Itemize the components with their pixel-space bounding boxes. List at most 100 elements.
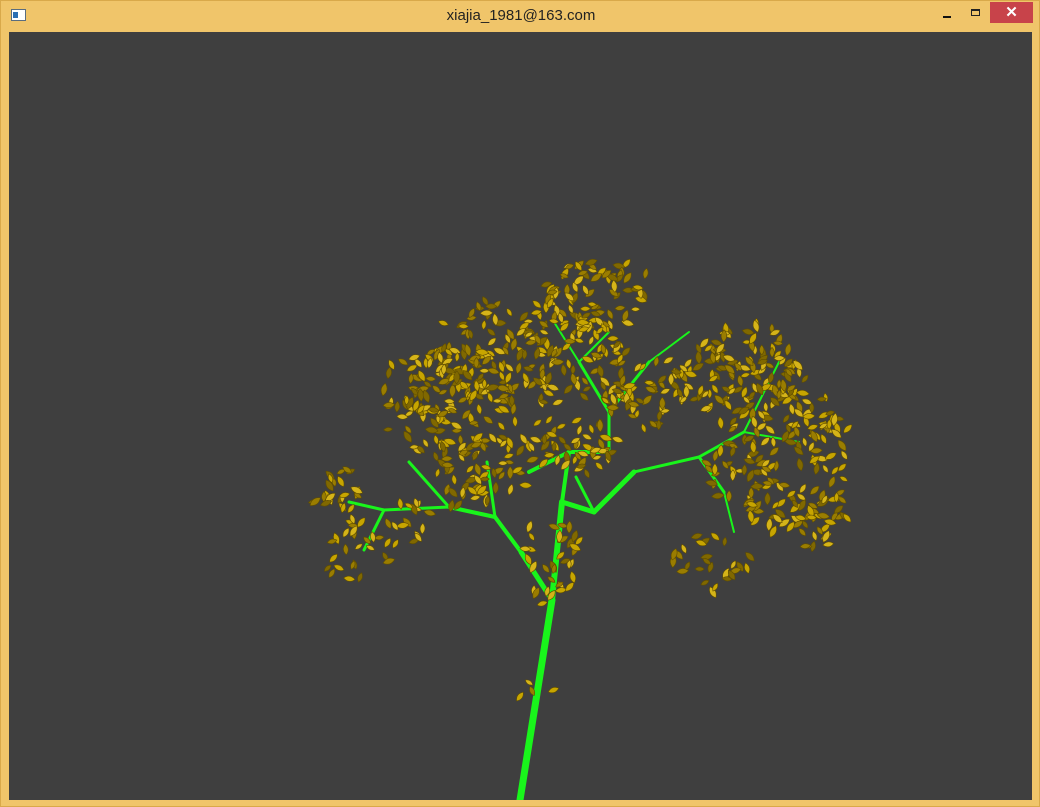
tree-leaf [354,543,363,550]
tree-leaf [528,532,535,541]
tree-leaf [710,532,720,541]
tree-leaf [487,337,497,346]
tree-leaf [750,483,764,490]
tree-leaf [451,474,457,486]
tree-leaf [398,358,409,366]
tree-leaf [342,527,350,538]
tree-leaf [741,464,748,476]
maximize-button[interactable] [962,4,989,24]
tree-leaf [607,309,614,320]
tree-leaf [532,300,542,309]
tree-leaf [630,306,641,312]
tree-leaf [588,424,595,434]
tree-leaf [357,572,363,583]
tree-leaf [796,457,804,472]
tree-leaf [760,437,770,446]
tree-leaf [394,400,400,413]
tree-leaf [700,579,710,586]
tree-leaf [581,433,593,440]
tree-leaf [503,453,515,459]
minimize-button[interactable] [933,4,961,24]
render-viewport[interactable] [9,32,1032,800]
title-bar[interactable]: xiajia_1981@163.com ✕ [1,1,1040,31]
tree-leaf [480,464,492,471]
tree-leaf [448,499,455,513]
tree-leaf [579,392,589,401]
tree-leaf [507,483,514,496]
tree-leaf [642,267,649,280]
tree-leaf [566,520,573,534]
tree-leaf [392,539,399,549]
tree-leaf [695,350,702,365]
tree-leaf [558,436,567,445]
tree-leaf [515,362,522,375]
tree-leaf [839,476,849,482]
tree-leaf [582,386,592,392]
tree-leaf [745,552,755,562]
tree-leaf [384,518,392,529]
tree-leaf [796,389,810,397]
tree-leaf [837,439,847,452]
tree-leaf [384,537,391,548]
tree-branch [493,515,523,554]
tree-leaf [492,481,499,495]
tree-leaf [663,356,674,364]
tree-leaf [370,531,376,543]
tree-leaf [596,418,604,433]
tree-leaf [840,450,848,460]
tree-leaf [798,528,806,537]
tree-leaf [828,475,836,488]
tree-leaf [584,468,590,479]
tree-leaf [694,566,705,572]
tree-leaf [506,308,513,317]
tree-leaf [487,328,496,336]
tree-branch [516,596,556,800]
tree-leaf [337,475,345,488]
tree-leaf [722,536,728,547]
close-icon: ✕ [1005,4,1018,21]
tree-leaf [497,421,505,431]
tree-leaf [552,399,564,406]
tree-leaf [329,553,338,563]
tree-leaf [822,464,829,473]
tree-leaf [529,436,542,443]
tree-leaf [606,335,619,342]
tree-leaf [743,457,756,465]
tree-leaf [548,318,560,324]
tree-leaf [518,482,533,489]
tree-leaf [554,587,568,594]
tree-leaf [343,543,349,556]
tree-leaf [483,416,494,424]
tree-leaf [809,485,820,495]
tree-leaf [512,415,518,428]
tree-branch [362,508,386,552]
close-button[interactable]: ✕ [990,2,1033,23]
tree-leaf [752,319,760,333]
tree-leaf [425,376,437,382]
tree-leaf [422,438,429,448]
tree-leaf [811,530,818,542]
tree-leaves [308,258,853,702]
tree-leaf [481,319,487,330]
tree-leaf [802,437,808,447]
tree-leaf [560,364,567,377]
tree-leaf [526,520,533,533]
tree-leaf [437,320,449,326]
tree-leaf [419,522,426,535]
tree-leaf [764,492,771,506]
tree-leaf [690,533,703,540]
tree-leaf [423,509,437,517]
tree-leaf [843,424,853,434]
tree-leaf [542,564,550,573]
tree-leaf [597,364,604,378]
tree-leaf [744,562,750,574]
tree-leaf [385,366,392,380]
tree-leaf [383,427,394,432]
tree-leaf [476,403,482,415]
tree-branch [591,469,637,515]
tree-leaf [526,456,539,463]
tree-leaf [466,465,474,473]
tree-leaf [763,401,769,413]
tree-leaf [576,424,583,436]
tree-leaf [533,419,542,427]
